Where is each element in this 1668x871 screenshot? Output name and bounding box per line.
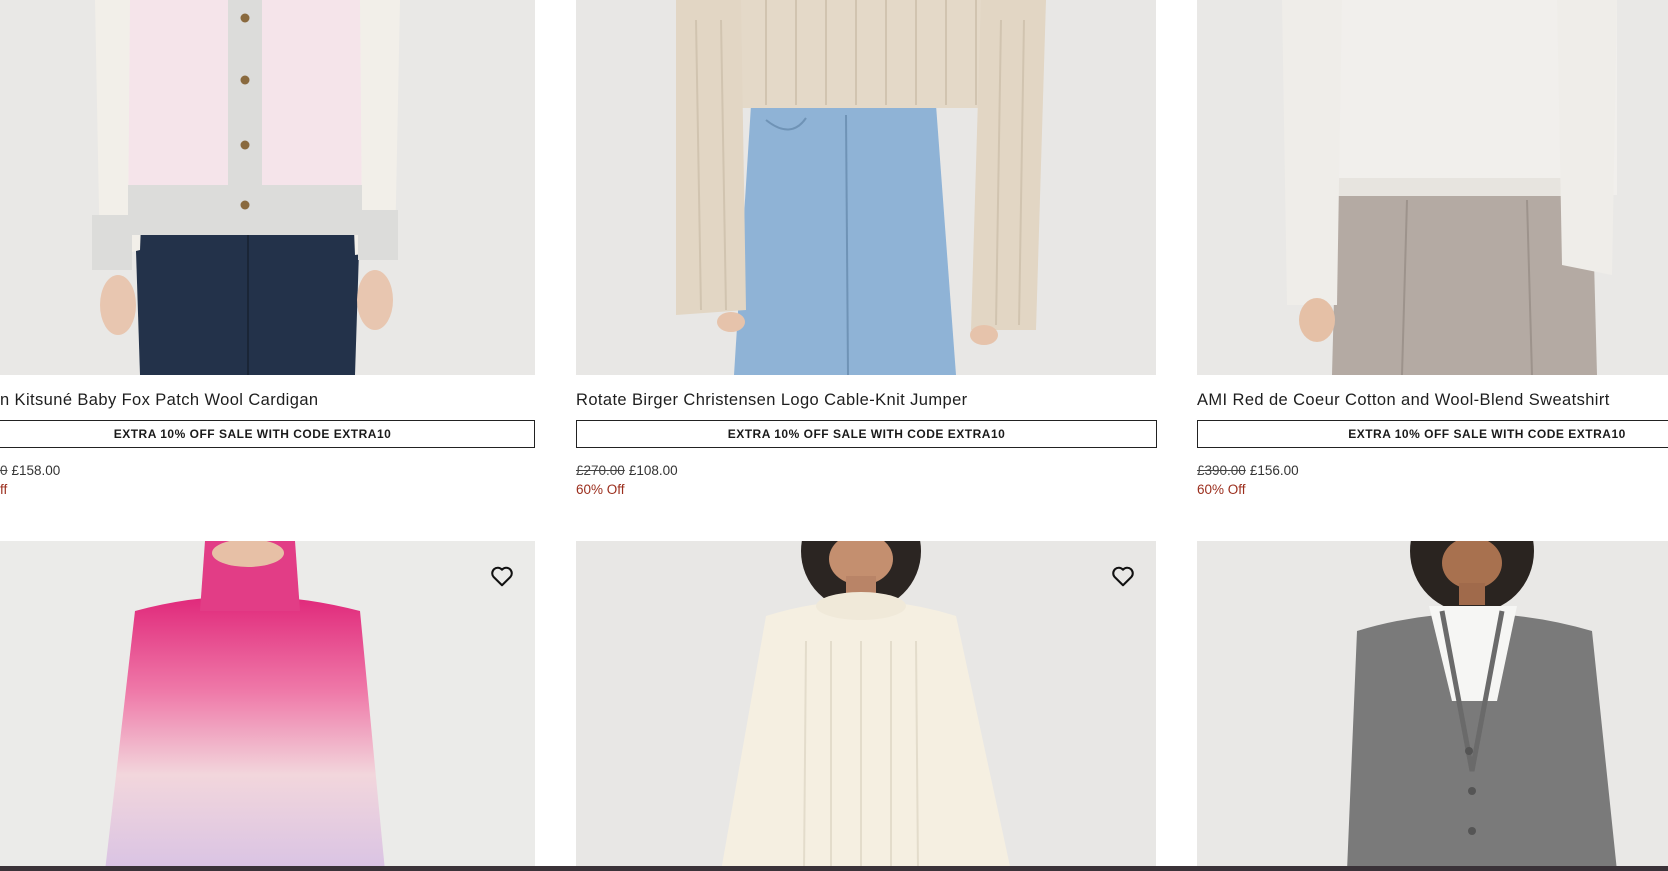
product-image[interactable] <box>0 0 535 375</box>
product-card[interactable] <box>576 541 1156 871</box>
product-card[interactable] <box>0 541 535 871</box>
product-image[interactable] <box>0 541 535 871</box>
product-title[interactable]: Rotate Birger Christensen Logo Cable-Kni… <box>576 391 968 410</box>
original-price: £390.00 <box>1197 463 1246 478</box>
product-grid-page: n Kitsuné Baby Fox Patch Wool Cardigan E… <box>0 0 1668 871</box>
sale-price: £158.00 <box>11 463 61 478</box>
product-image[interactable] <box>1197 541 1668 871</box>
product-title[interactable]: n Kitsuné Baby Fox Patch Wool Cardigan <box>0 391 318 410</box>
product-image[interactable] <box>1197 0 1668 375</box>
wishlist-button[interactable] <box>489 563 515 589</box>
price-row: £390.00 £156.00 <box>1197 463 1299 478</box>
wishlist-button[interactable] <box>1110 563 1136 589</box>
promo-code-banner[interactable]: EXTRA 10% OFF SALE WITH CODE EXTRA10 <box>576 420 1157 448</box>
promo-code-banner[interactable]: EXTRA 10% OFF SALE WITH CODE EXTRA10 <box>1197 420 1668 448</box>
discount-label: ff <box>0 482 8 497</box>
discount-label: 60% Off <box>1197 482 1246 497</box>
sale-price: £156.00 <box>1249 463 1299 478</box>
sale-price: £108.00 <box>628 463 678 478</box>
original-price: £270.00 <box>576 463 625 478</box>
product-card[interactable]: Rotate Birger Christensen Logo Cable-Kni… <box>576 0 1157 497</box>
product-card[interactable] <box>1197 541 1668 871</box>
price-row: £270.00 £108.00 <box>576 463 678 478</box>
product-image[interactable] <box>576 0 1156 375</box>
promo-code-banner[interactable]: EXTRA 10% OFF SALE WITH CODE EXTRA10 <box>0 420 535 448</box>
price-row: 0 £158.00 <box>0 463 60 478</box>
original-price: 0 <box>0 463 8 478</box>
product-card[interactable]: AMI Red de Coeur Cotton and Wool-Blend S… <box>1197 0 1668 497</box>
product-title[interactable]: AMI Red de Coeur Cotton and Wool-Blend S… <box>1197 391 1610 410</box>
heart-outline-icon <box>491 566 513 587</box>
product-image[interactable] <box>576 541 1156 871</box>
product-card[interactable]: n Kitsuné Baby Fox Patch Wool Cardigan E… <box>0 0 535 497</box>
bottom-scroll-edge <box>0 866 1668 871</box>
discount-label: 60% Off <box>576 482 625 497</box>
heart-outline-icon <box>1112 566 1134 587</box>
